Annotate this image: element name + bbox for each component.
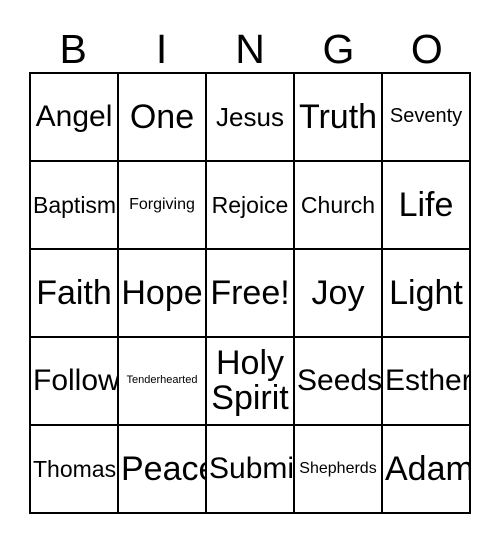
bingo-cell[interactable]: Baptism [31, 162, 119, 250]
bingo-cell[interactable]: One [119, 74, 207, 162]
bingo-cell[interactable]: Seeds [295, 338, 383, 426]
bingo-cell[interactable]: Shepherds [295, 426, 383, 514]
bingo-cell-label: Church [300, 191, 376, 218]
bingo-cell[interactable]: Adam [383, 426, 471, 514]
bingo-cell-label: Tenderhearted [126, 374, 198, 387]
bingo-cell-label: Baptism [33, 191, 117, 218]
bingo-cell[interactable]: Joy [295, 250, 383, 338]
bingo-cell[interactable]: Hope [119, 250, 207, 338]
header-letter-g: G [322, 26, 355, 72]
bingo-cell-label: Peace [121, 449, 205, 488]
bingo-cell-label: Light [389, 273, 463, 312]
header-letter-b: B [59, 26, 87, 72]
bingo-cell-label: Free! [210, 273, 290, 312]
bingo-grid: Angel One Jesus Truth Seventy Baptism Fo… [29, 72, 471, 514]
bingo-cell[interactable]: Thomas [31, 426, 119, 514]
bingo-cell[interactable]: Free! [207, 250, 295, 338]
bingo-cell-label: Angel [35, 99, 113, 133]
bingo-cell[interactable]: Church [295, 162, 383, 250]
bingo-cell-label: One [129, 97, 195, 136]
bingo-cell[interactable]: Seventy [383, 74, 471, 162]
bingo-cell-label: Seventy [389, 105, 463, 128]
bingo-cell[interactable]: Forgiving [119, 162, 207, 250]
bingo-cell-label: Thomas [33, 455, 117, 482]
header-letter-o: O [410, 26, 443, 72]
bingo-cell-label: Hope [121, 273, 203, 312]
bingo-cell[interactable]: Esther [383, 338, 471, 426]
bingo-cell-label: Submit [209, 451, 295, 485]
bingo-cell-label: Joy [311, 273, 365, 312]
bingo-cell-label: Jesus [216, 101, 284, 132]
bingo-cell-label: Rejoice [211, 191, 289, 218]
bingo-cell-label: Holy Spirit [211, 344, 289, 417]
bingo-cell[interactable]: Faith [31, 250, 119, 338]
bingo-cell[interactable]: Life [383, 162, 471, 250]
bingo-cell-label: Adam [385, 449, 471, 488]
bingo-cell[interactable]: Angel [31, 74, 119, 162]
bingo-cell-label: Life [398, 185, 454, 224]
bingo-card: B I N G O Angel One Jesus Truth Seventy … [0, 0, 500, 544]
bingo-cell-label: Faith [36, 273, 112, 312]
bingo-cell-label: Follow [33, 363, 119, 397]
header-letter-n: N [235, 26, 265, 72]
bingo-cell[interactable]: Light [383, 250, 471, 338]
bingo-cell-label: Truth [298, 97, 378, 136]
bingo-cell[interactable]: Rejoice [207, 162, 295, 250]
bingo-cell[interactable]: Jesus [207, 74, 295, 162]
bingo-cell[interactable]: Peace [119, 426, 207, 514]
header-letter-i: I [155, 26, 168, 72]
bingo-cell[interactable]: Truth [295, 74, 383, 162]
bingo-cell[interactable]: Submit [207, 426, 295, 514]
bingo-cell-label: Forgiving [129, 196, 195, 214]
bingo-cell[interactable]: Follow [31, 338, 119, 426]
bingo-cell[interactable]: Holy Spirit [207, 338, 295, 426]
bingo-cell[interactable]: Tenderhearted [119, 338, 207, 426]
bingo-cell-label: Shepherds [299, 460, 377, 478]
bingo-cell-label: Seeds [297, 363, 383, 397]
bingo-cell-label: Esther [385, 363, 471, 397]
bingo-header-row: B I N G O [29, 16, 471, 72]
